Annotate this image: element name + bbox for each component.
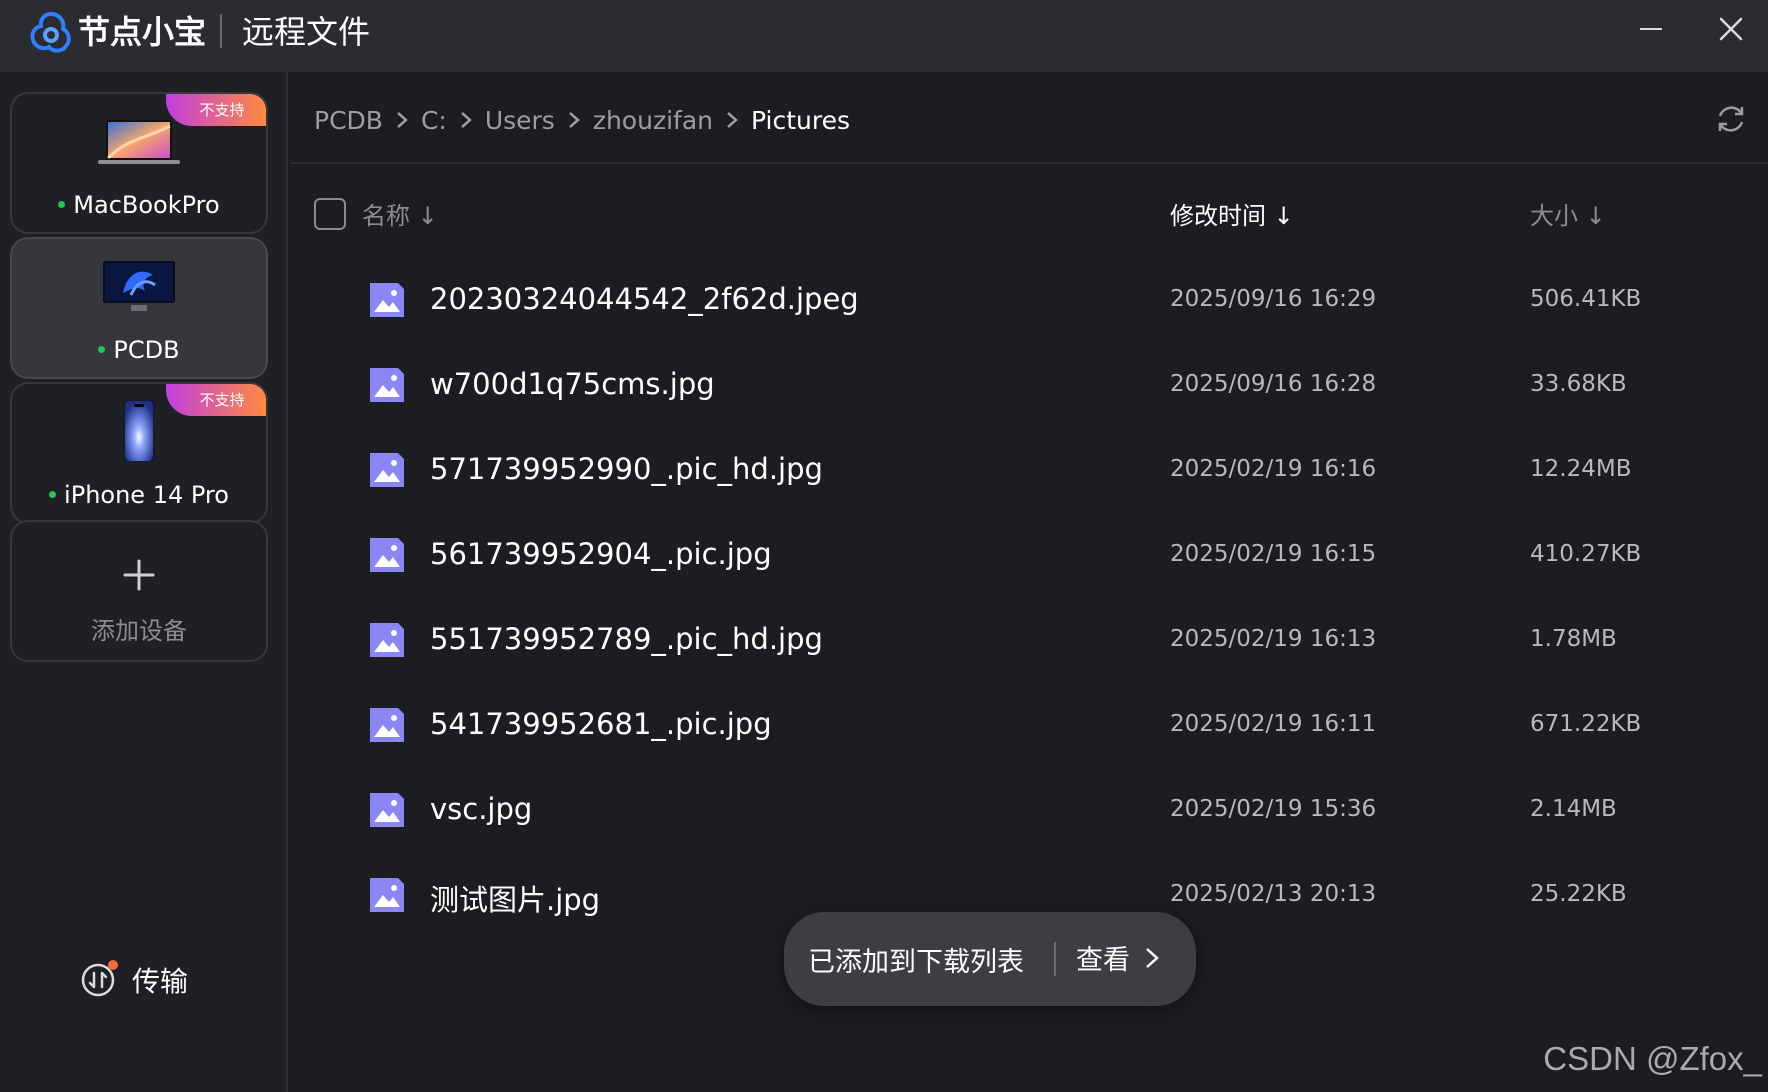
file-name: 551739952789_.pic_hd.jpg	[430, 622, 823, 656]
breadcrumb-item[interactable]: Users	[485, 106, 555, 135]
breadcrumb-item[interactable]: zhouzifan	[593, 106, 713, 135]
file-modified: 2025/02/19 16:16	[1170, 456, 1377, 482]
image-file-icon	[370, 623, 404, 657]
online-status-dot	[58, 200, 66, 208]
header-divider	[290, 162, 1768, 164]
file-name: 571739952990_.pic_hd.jpg	[430, 452, 823, 486]
title-bar: 节点小宝 远程文件	[0, 0, 1768, 72]
chevron-right-icon	[727, 112, 738, 128]
file-modified: 2025/02/19 16:15	[1170, 541, 1377, 567]
online-status-dot	[98, 345, 106, 353]
view-downloads-button[interactable]: 查看	[1076, 938, 1160, 977]
device-card-pcdb[interactable]: PCDB	[10, 237, 268, 379]
chevron-right-icon	[397, 112, 408, 128]
device-label: MacBookPro	[12, 190, 266, 220]
file-name: 541739952681_.pic.jpg	[430, 707, 772, 741]
image-file-icon	[370, 793, 404, 827]
image-file-icon	[370, 283, 404, 317]
breadcrumb-item[interactable]: C:	[421, 106, 447, 135]
view-label: 查看	[1076, 945, 1130, 976]
unsupported-badge: 不支持	[166, 384, 266, 416]
image-file-icon	[370, 878, 404, 912]
device-name: PCDB	[113, 336, 180, 364]
image-file-icon	[370, 708, 404, 742]
monitor-icon	[103, 261, 175, 311]
add-device-label: 添加设备	[91, 617, 187, 645]
file-size: 410.27KB	[1530, 541, 1642, 567]
file-row[interactable]: 20230324044542_2f62d.jpeg 2025/09/16 16:…	[290, 252, 1768, 348]
laptop-icon	[98, 120, 180, 164]
file-modified: 2025/09/16 16:28	[1170, 371, 1377, 397]
column-header-modified[interactable]: 修改时间 ↓	[1170, 196, 1294, 231]
device-card-macbookpro[interactable]: 不支持 MacBookPro	[10, 92, 268, 234]
file-modified: 2025/09/16 16:29	[1170, 286, 1377, 312]
file-row[interactable]: 561739952904_.pic.jpg 2025/02/19 16:15 4…	[290, 507, 1768, 603]
file-modified: 2025/02/13 20:13	[1170, 881, 1377, 907]
download-toast: 已添加到下载列表 查看	[784, 912, 1196, 1006]
file-size: 33.68KB	[1530, 371, 1627, 397]
chevron-right-icon	[461, 112, 472, 128]
image-file-icon	[370, 538, 404, 572]
close-icon[interactable]	[1716, 14, 1746, 44]
file-name: vsc.jpg	[430, 792, 533, 826]
file-row[interactable]: w700d1q75cms.jpg 2025/09/16 16:28 33.68K…	[290, 337, 1768, 433]
online-status-dot	[49, 490, 57, 498]
add-device-button[interactable]: 添加设备	[10, 520, 268, 662]
file-size: 506.41KB	[1530, 286, 1642, 312]
file-row[interactable]: vsc.jpg 2025/02/19 15:36 2.14MB	[290, 762, 1768, 858]
file-size: 12.24MB	[1530, 456, 1632, 482]
select-all-checkbox[interactable]	[314, 198, 346, 230]
transfer-label: 传输	[132, 965, 189, 998]
table-header: 名称 ↓ 修改时间 ↓ 大小 ↓	[290, 188, 1768, 238]
file-name: 561739952904_.pic.jpg	[430, 537, 772, 571]
refresh-icon[interactable]	[1714, 102, 1748, 136]
column-header-size[interactable]: 大小 ↓	[1530, 196, 1606, 231]
chevron-right-icon	[1146, 947, 1159, 968]
plus-icon	[123, 559, 155, 591]
app-logo-icon	[30, 11, 71, 53]
toast-divider	[1054, 942, 1056, 976]
file-row[interactable]: 551739952789_.pic_hd.jpg 2025/02/19 16:1…	[290, 592, 1768, 688]
file-size: 2.14MB	[1530, 796, 1617, 822]
unsupported-badge: 不支持	[166, 94, 266, 126]
image-file-icon	[370, 368, 404, 402]
file-modified: 2025/02/19 16:13	[1170, 626, 1377, 652]
device-name: iPhone 14 Pro	[64, 481, 229, 509]
image-file-icon	[370, 453, 404, 487]
file-row[interactable]: 541739952681_.pic.jpg 2025/02/19 16:11 6…	[290, 677, 1768, 773]
chevron-right-icon	[569, 112, 580, 128]
device-sidebar: 不支持 MacBookPro PCDB 不支持 iPhone 14 Pro 添加…	[0, 72, 288, 1092]
file-modified: 2025/02/19 16:11	[1170, 711, 1377, 737]
phone-icon	[123, 399, 155, 463]
file-size: 25.22KB	[1530, 881, 1627, 907]
breadcrumb: PCDB C: Users zhouzifan Pictures	[314, 100, 850, 140]
device-card-iphone[interactable]: 不支持 iPhone 14 Pro	[10, 382, 268, 524]
breadcrumb-current: Pictures	[751, 105, 850, 135]
device-label: iPhone 14 Pro	[12, 480, 266, 510]
file-name: 测试图片.jpg	[430, 883, 601, 917]
file-size: 1.78MB	[1530, 626, 1617, 652]
device-label: PCDB	[12, 335, 266, 365]
title-divider	[220, 14, 222, 48]
app-name: 节点小宝	[78, 13, 207, 51]
file-row[interactable]: 571739952990_.pic_hd.jpg 2025/02/19 16:1…	[290, 422, 1768, 518]
breadcrumb-item[interactable]: PCDB	[314, 106, 383, 135]
file-name: 20230324044542_2f62d.jpeg	[430, 282, 859, 316]
file-size: 671.22KB	[1530, 711, 1642, 737]
toast-message: 已添加到下载列表	[808, 947, 1024, 978]
watermark: CSDN @Zfox_	[1543, 1040, 1762, 1077]
column-header-name[interactable]: 名称 ↓	[362, 196, 438, 231]
page-title: 远程文件	[242, 13, 371, 51]
file-modified: 2025/02/19 15:36	[1170, 796, 1377, 822]
minimize-button[interactable]	[1636, 14, 1664, 42]
transfer-icon	[80, 960, 118, 998]
device-name: MacBookPro	[73, 191, 220, 219]
notification-dot	[108, 960, 118, 970]
transfer-button[interactable]: 传输	[80, 960, 188, 1000]
file-name: w700d1q75cms.jpg	[430, 367, 715, 401]
